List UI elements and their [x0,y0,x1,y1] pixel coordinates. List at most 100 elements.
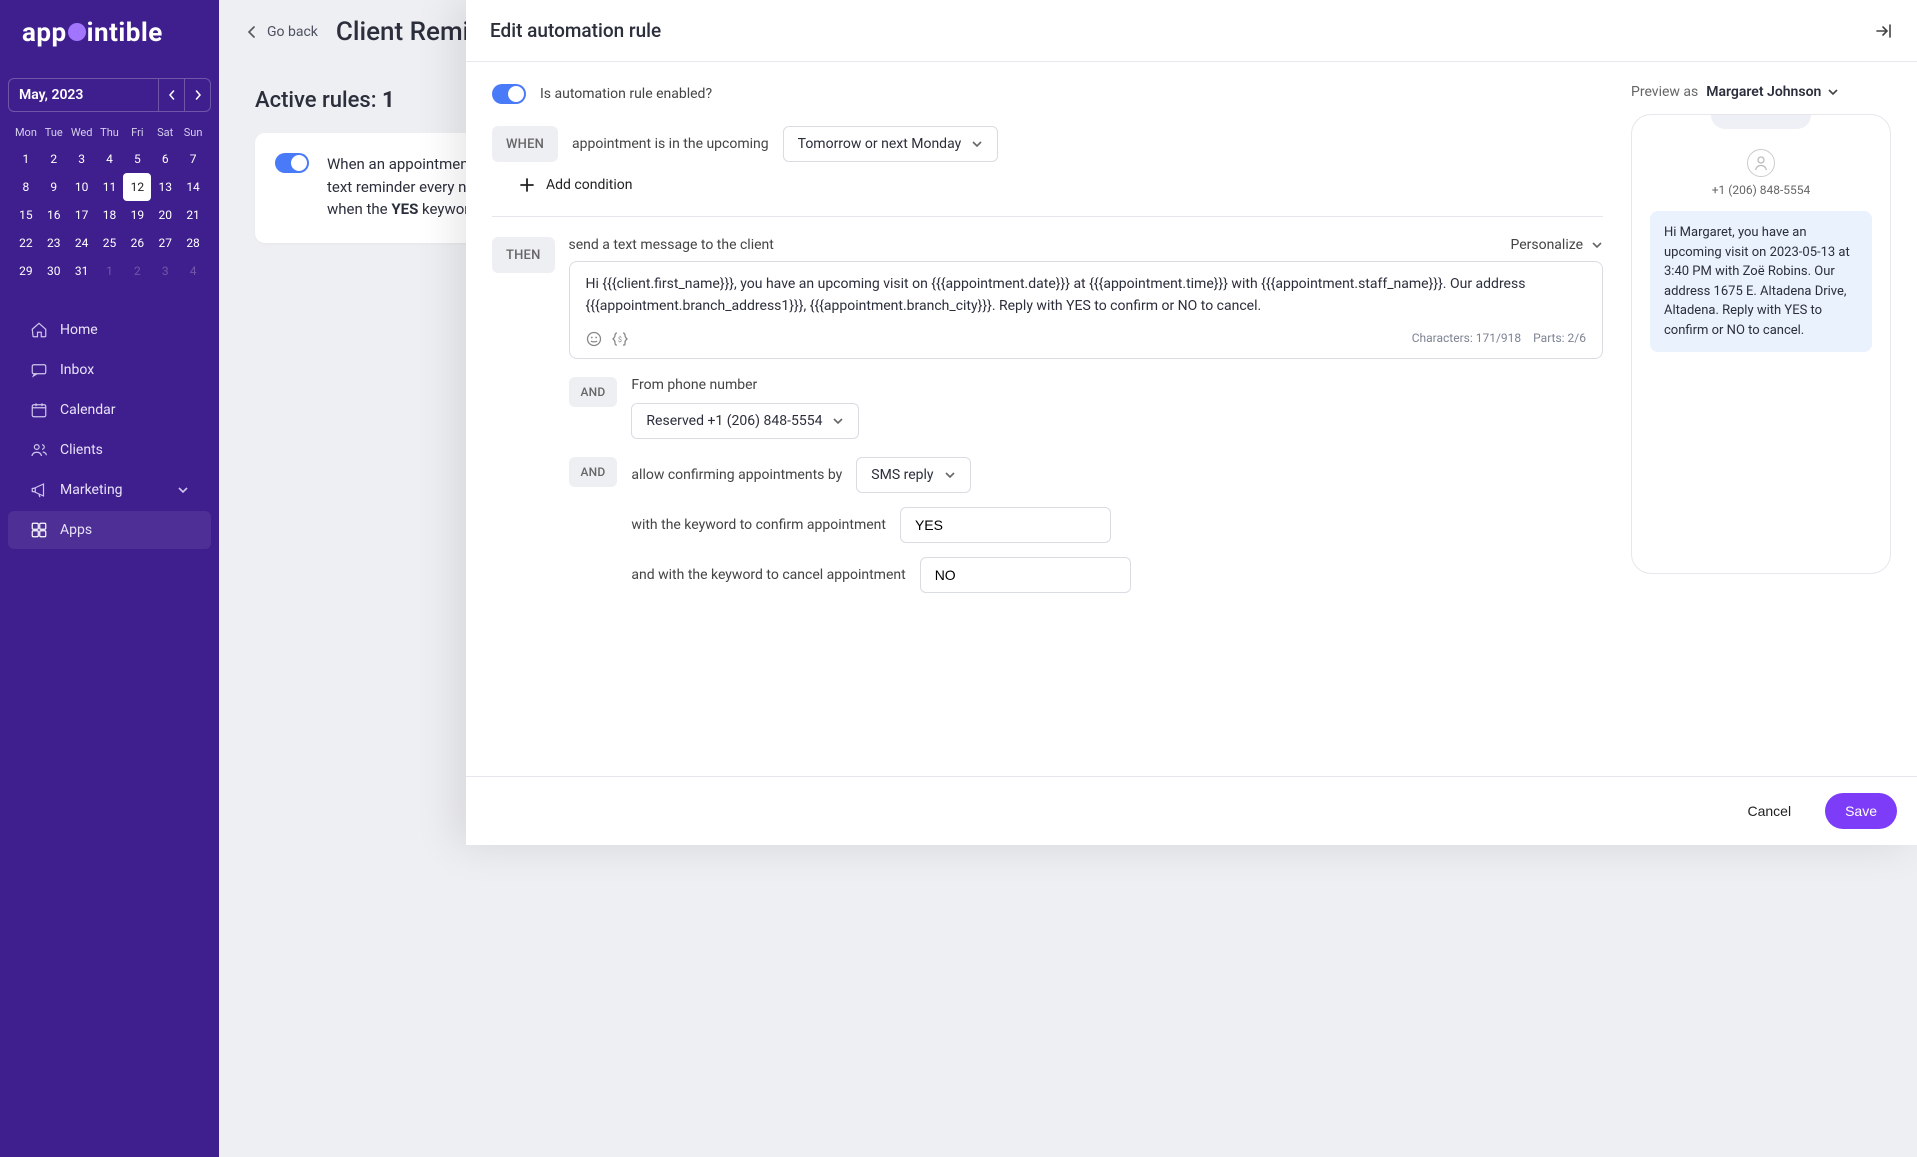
edit-rule-panel: Edit automation rule Is automation rule … [466,0,1917,845]
calendar-day[interactable]: 2 [123,257,151,285]
insert-variable-button[interactable]: $ [612,331,628,347]
nav-apps[interactable]: Apps [8,511,211,549]
panel-footer: Cancel Save [466,776,1917,845]
calendar-day[interactable]: 11 [96,173,124,201]
nav-label: Apps [60,522,92,538]
dow-label: Sun [179,120,207,145]
save-button[interactable]: Save [1825,793,1897,829]
person-icon [1753,155,1769,171]
from-phone-select[interactable]: Reserved +1 (206) 848-5554 [631,403,859,439]
message-textarea[interactable]: Hi {{{client.first_name}}}, you have an … [569,261,1603,359]
preview-person-select[interactable]: Margaret Johnson [1706,84,1839,100]
calendar-day[interactable]: 20 [151,201,179,229]
enable-rule-toggle[interactable] [492,84,526,104]
go-back-button[interactable]: Go back [245,24,318,40]
month-label[interactable]: May, 2023 [9,87,158,103]
calendar-day[interactable]: 22 [12,229,40,257]
cancel-button[interactable]: Cancel [1727,793,1811,829]
nav-calendar[interactable]: Calendar [8,391,211,429]
personalize-button[interactable]: Personalize [1510,237,1603,253]
confirm-method-label: allow confirming appointments by [631,467,842,483]
mini-calendar: May, 2023 MonTueWedThuFriSatSun123456789… [8,78,211,293]
check-circle-icon [68,23,86,41]
char-count: Characters: 171/918 [1412,329,1521,348]
calendar-day[interactable]: 25 [96,229,124,257]
confirm-keyword-label: with the keyword to confirm appointment [631,517,886,533]
cancel-keyword-label: and with the keyword to cancel appointme… [631,567,905,583]
add-condition-button[interactable]: Add condition [492,162,658,208]
dow-label: Sat [151,120,179,145]
calendar-day[interactable]: 27 [151,229,179,257]
next-month-button[interactable] [184,79,210,111]
calendar-day[interactable]: 2 [40,145,68,173]
panel-header: Edit automation rule [466,0,1917,62]
emoji-button[interactable] [586,331,602,347]
when-timeframe-select[interactable]: Tomorrow or next Monday [783,126,999,162]
chevron-down-icon [1827,86,1839,98]
chevron-down-icon [1591,239,1603,251]
preview-sms-bubble: Hi Margaret, you have an upcoming visit … [1650,211,1872,352]
calendar-day[interactable]: 6 [151,145,179,173]
phone-notch-icon [1711,115,1811,129]
calendar-day[interactable]: 1 [12,145,40,173]
calendar-day[interactable]: 16 [40,201,68,229]
calendar-day[interactable]: 5 [123,145,151,173]
calendar-day[interactable]: 4 [96,145,124,173]
confirm-keyword-input[interactable] [900,507,1111,543]
calendar-day[interactable]: 1 [96,257,124,285]
calendar-day[interactable]: 17 [68,201,96,229]
sidebar: appintible May, 2023 MonTueWedThuFriSatS… [0,0,219,1157]
preview-as-label: Preview as [1631,84,1698,100]
calendar-day[interactable]: 18 [96,201,124,229]
and-chip: AND [569,377,618,407]
form-column: Is automation rule enabled? WHEN appoint… [492,84,1603,776]
nav-clients[interactable]: Clients [8,431,211,469]
collapse-panel-button[interactable] [1875,22,1893,40]
calendar-day[interactable]: 24 [68,229,96,257]
calendar-day[interactable]: 8 [12,173,40,201]
calendar-day[interactable]: 14 [179,173,207,201]
calendar-day[interactable]: 4 [179,257,207,285]
calendar-day[interactable]: 31 [68,257,96,285]
panel-title: Edit automation rule [490,19,1875,42]
svg-text:$: $ [618,336,622,344]
when-chip: WHEN [492,126,558,162]
chat-icon [30,361,48,379]
confirm-method-select[interactable]: SMS reply [856,457,970,493]
cancel-keyword-input[interactable] [920,557,1131,593]
nav-home[interactable]: Home [8,311,211,349]
nav-label: Inbox [60,362,94,378]
divider [492,216,1603,217]
collapse-right-icon [1875,22,1893,40]
calendar-day[interactable]: 30 [40,257,68,285]
calendar-day[interactable]: 19 [123,201,151,229]
plus-icon [518,176,536,194]
calendar-day[interactable]: 26 [123,229,151,257]
chevron-down-icon [177,484,189,496]
chevron-down-icon [832,415,844,427]
calendar-day[interactable]: 21 [179,201,207,229]
nav-inbox[interactable]: Inbox [8,351,211,389]
calendar-day[interactable]: 3 [151,257,179,285]
dow-label: Wed [68,120,96,145]
rule-card-toggle[interactable] [275,153,309,173]
and-chip: AND [569,457,618,487]
calendar-day[interactable]: 7 [179,145,207,173]
brand-logo: appintible [0,0,219,70]
calendar-day[interactable]: 3 [68,145,96,173]
calendar-day[interactable]: 15 [12,201,40,229]
when-text: appointment is in the upcoming [572,136,769,152]
calendar-day[interactable]: 9 [40,173,68,201]
preview-column: Preview as Margaret Johnson +1 (206) 848… [1631,84,1891,776]
calendar-day[interactable]: 28 [179,229,207,257]
calendar-day[interactable]: 13 [151,173,179,201]
calendar-day[interactable]: 29 [12,257,40,285]
calendar-day[interactable]: 12 [123,173,151,201]
calendar-day[interactable]: 10 [68,173,96,201]
enable-rule-label: Is automation rule enabled? [540,86,712,102]
part-count: Parts: 2/6 [1533,329,1586,348]
preview-person-name: Margaret Johnson [1706,84,1821,100]
prev-month-button[interactable] [158,79,184,111]
calendar-day[interactable]: 23 [40,229,68,257]
nav-marketing[interactable]: Marketing [8,471,211,509]
